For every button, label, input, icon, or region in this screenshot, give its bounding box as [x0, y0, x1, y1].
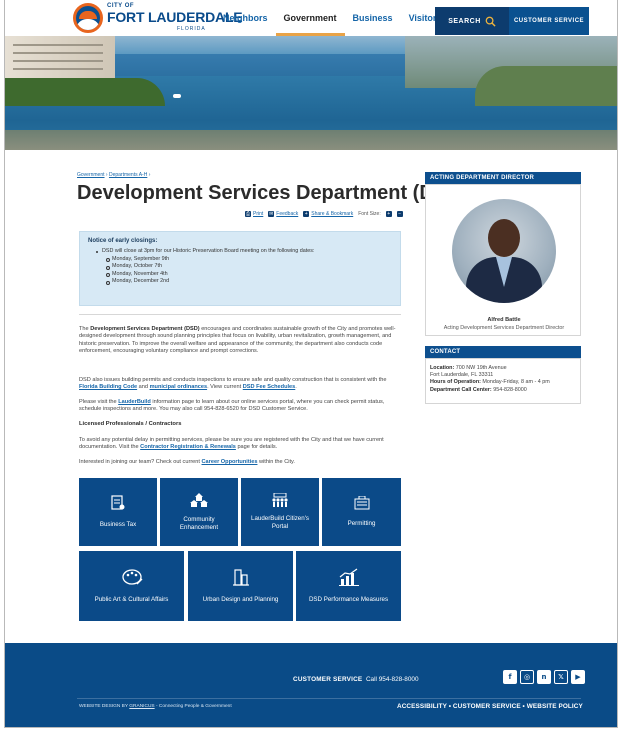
contractor-registration-link[interactable]: Contractor Registration & Renewals — [140, 444, 236, 450]
hours-value: Monday-Friday, 8 am - 4 pm — [482, 379, 550, 386]
x-icon[interactable]: 𝕏 — [554, 670, 568, 684]
page-tools: ⎙ Print ✉ Feedback + Share & Bookmark Font … — [245, 211, 403, 217]
permits-paragraph: DSD also issues building permits and con… — [79, 377, 387, 391]
site-footer: CUSTOMER SERVICE Call 954-828-8000 f ◎ n… — [5, 643, 617, 727]
social-links: f ◎ n 𝕏 ▶ — [503, 670, 585, 684]
florida-building-code-link[interactable]: Florida Building Code — [79, 384, 137, 390]
tile-public-art[interactable]: Public Art & Cultural Affairs — [79, 551, 184, 621]
nav-neighbors[interactable]: Neighbors — [215, 0, 276, 36]
tile-label: LauderBuild Citizen's Portal — [251, 515, 309, 530]
footer-divider — [77, 698, 581, 699]
nav-business[interactable]: Business — [345, 0, 401, 36]
tile-urban-design[interactable]: Urban Design and Planning — [188, 551, 293, 621]
tile-label: Community Enhancement — [179, 516, 219, 531]
contact-card: Location: 700 NW 19th Avenue Fort Lauder… — [425, 358, 581, 404]
facebook-icon[interactable]: f — [503, 670, 517, 684]
intro-paragraph: The Development Services Department (DSD… — [79, 326, 396, 355]
address-line-2: Fort Lauderdale, FL 33311 — [430, 372, 494, 379]
font-size-label: Font Size: — [358, 211, 381, 217]
notice-date: Monday, December 2nd — [88, 278, 392, 286]
breadcrumb: Government › Departments A-H › — [77, 172, 151, 178]
nav-government[interactable]: Government — [275, 0, 345, 36]
youtube-icon[interactable]: ▶ — [571, 670, 585, 684]
tile-permitting[interactable]: Permitting — [322, 478, 401, 546]
building-icon — [354, 496, 369, 510]
notice-title: Notice of early closings: — [88, 238, 158, 244]
phone-value[interactable]: 954-828-8000 — [493, 387, 527, 393]
hours-label: Hours of Operation: — [430, 379, 481, 386]
tile-lauderbuild-portal[interactable]: LauderBuild Citizen's Portal — [241, 478, 319, 546]
city-buildings-icon — [232, 569, 249, 586]
breadcrumb-departments[interactable]: Departments A-H — [109, 172, 147, 178]
career-opportunities-link[interactable]: Career Opportunities — [202, 459, 258, 465]
director-photo — [452, 199, 556, 303]
careers-paragraph: Interested in joining our team? Check ou… — [79, 459, 295, 465]
footer-customer-service: CUSTOMER SERVICE Call 954-828-8000 — [293, 676, 419, 683]
tile-label: Business Tax — [99, 521, 137, 528]
lauderbuild-link[interactable]: LauderBuild — [118, 399, 151, 405]
tile-community-enhancement[interactable]: Community Enhancement — [160, 478, 238, 546]
print-link[interactable]: ⎙ Print — [245, 211, 263, 217]
page-frame: CITY OF FORT LAUDERDALE FLORIDA Neighbor… — [4, 0, 618, 728]
early-closing-notice: Notice of early closings: DSD will close… — [79, 231, 401, 306]
art-palette-icon — [121, 569, 142, 585]
tax-document-icon — [111, 495, 125, 510]
feedback-icon: ✉ — [268, 211, 275, 217]
city-seal-icon — [73, 3, 103, 33]
feedback-link[interactable]: ✉ Feedback — [268, 211, 298, 217]
contractor-paragraph: To avoid any potential delay in permitti… — [79, 437, 384, 451]
city-logo[interactable]: CITY OF FORT LAUDERDALE FLORIDA — [73, 3, 243, 33]
customer-service-button[interactable]: CUSTOMER SERVICE — [509, 7, 589, 35]
search-icon — [485, 16, 496, 27]
tile-label: Public Art & Cultural Affairs — [94, 596, 169, 603]
search-label: SEARCH — [448, 17, 481, 25]
licensed-heading: Licensed Professionals / Contractors — [79, 421, 182, 427]
municipal-ordinances-link[interactable]: municipal ordinances — [150, 384, 208, 390]
director-card: Alfred Battle Acting Development Service… — [425, 184, 581, 336]
nextdoor-icon[interactable]: n — [537, 670, 551, 684]
share-link[interactable]: + Share & Bookmark — [303, 211, 353, 217]
tile-performance-measures[interactable]: DSD Performance Measures — [296, 551, 401, 621]
site-header: CITY OF FORT LAUDERDALE FLORIDA Neighbor… — [5, 0, 617, 36]
tile-label: Permitting — [347, 520, 376, 527]
director-role: Acting Development Services Department D… — [443, 325, 565, 331]
notice-date: Monday, September 9th — [88, 256, 392, 264]
location-label: Location: — [430, 365, 455, 371]
tile-business-tax[interactable]: Business Tax — [79, 478, 157, 546]
tile-label: Urban Design and Planning — [202, 596, 279, 603]
lauderbuild-paragraph: Please visit the LauderBuild information… — [79, 399, 385, 413]
notice-date: Monday, October 7th — [88, 263, 392, 271]
instagram-icon[interactable]: ◎ — [520, 670, 534, 684]
director-name: Alfred Battle — [487, 317, 521, 323]
people-group-icon — [272, 493, 288, 507]
share-icon: + — [303, 211, 310, 217]
phone-label: Department Call Center: — [430, 386, 492, 393]
divider — [79, 314, 401, 315]
breadcrumb-separator: › — [105, 172, 108, 178]
logo-state: FLORIDA — [177, 26, 206, 32]
page-title: Development Services Department (DSD) — [77, 182, 469, 204]
fee-schedules-link[interactable]: DSD Fee Schedules — [243, 384, 296, 390]
print-icon: ⎙ — [245, 211, 251, 217]
footer-links[interactable]: ACCESSIBILITY • CUSTOMER SERVICE • WEBSI… — [397, 703, 583, 710]
font-increase-button[interactable]: + — [385, 211, 392, 217]
contact-heading: CONTACT — [425, 346, 581, 358]
breadcrumb-government[interactable]: Government — [77, 172, 105, 178]
main-nav: Neighbors Government Business Visitors — [215, 0, 449, 36]
footer-cs-label: CUSTOMER SERVICE — [293, 676, 363, 683]
footer-cs-phone[interactable]: Call 954-828-8000 — [366, 676, 419, 683]
hero-image — [5, 36, 617, 150]
granicus-link[interactable]: GRANICUS — [129, 704, 154, 709]
footer-credit: WEBSITE DESIGN BY GRANICUS - Connecting … — [79, 704, 232, 709]
address-line-1: 700 NW 19th Avenue — [455, 365, 507, 371]
bar-chart-icon — [338, 568, 359, 586]
search-button[interactable]: SEARCH — [435, 7, 509, 35]
notice-date: Monday, November 4th — [88, 271, 392, 279]
tile-label: DSD Performance Measures — [308, 596, 389, 603]
director-heading: ACTING DEPARTMENT DIRECTOR — [425, 172, 581, 184]
houses-icon — [190, 493, 208, 507]
font-decrease-button[interactable]: − — [396, 211, 403, 217]
notice-lead: DSD will close at 3pm for our Historic P… — [88, 248, 392, 256]
